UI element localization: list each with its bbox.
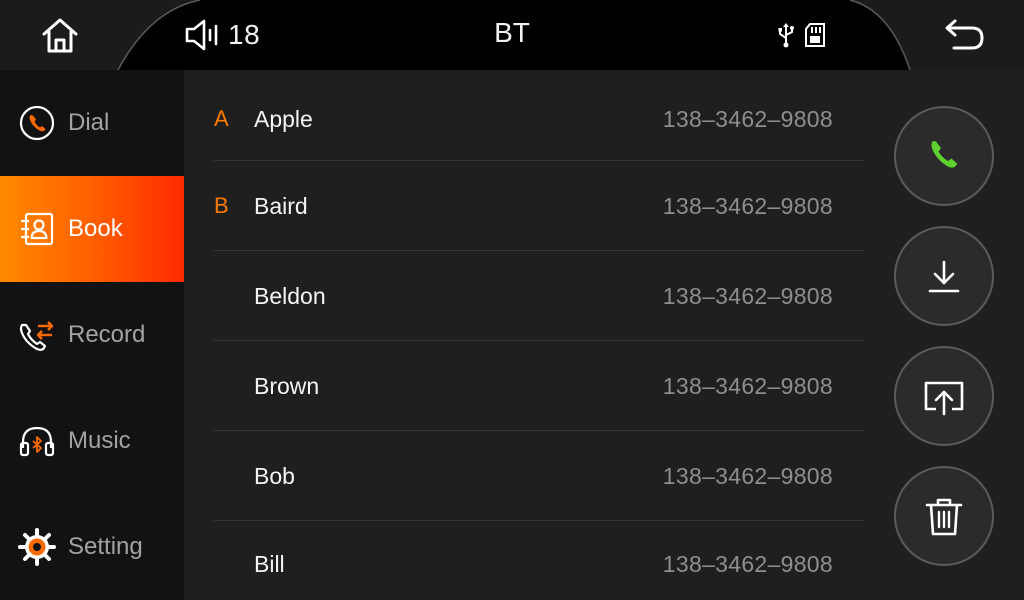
sidebar-item-music[interactable]: Music xyxy=(0,388,184,494)
sidebar-item-label: Record xyxy=(68,321,146,348)
index-letter: A xyxy=(214,106,229,131)
sidebar-item-book[interactable]: Book xyxy=(0,176,184,282)
contact-phone: 138–3462–9808 xyxy=(662,106,833,132)
contact-name: Beldon xyxy=(254,283,326,309)
download-icon xyxy=(928,260,960,293)
call-button[interactable] xyxy=(894,106,994,206)
call-record-icon xyxy=(19,321,54,351)
contact-row[interactable]: Bob 138–3462–9808 xyxy=(214,431,864,521)
sidebar-item-setting[interactable]: Setting xyxy=(0,494,184,600)
top-bar: 18 BT xyxy=(0,0,1024,70)
trash-icon xyxy=(925,498,963,536)
contact-list: A Apple 138–3462–9808 B Baird 138–3462–9… xyxy=(184,70,884,600)
contact-phone: 138–3462–9808 xyxy=(662,373,833,399)
contact-row[interactable]: A Apple 138–3462–9808 xyxy=(214,74,864,164)
contact-row[interactable]: Bill 138–3462–9808 xyxy=(214,519,864,600)
contact-row[interactable]: Brown 138–3462–9808 xyxy=(214,341,864,431)
sidebar: Dial Book Record Music Setting xyxy=(0,70,184,600)
call-icon xyxy=(931,141,958,168)
contacts-book-icon xyxy=(21,212,54,246)
contact-name: Brown xyxy=(254,373,320,399)
sidebar-item-label: Setting xyxy=(68,533,143,560)
contact-name: Baird xyxy=(254,193,308,219)
download-button[interactable] xyxy=(894,226,994,326)
sidebar-item-label: Book xyxy=(68,215,123,242)
bluetooth-headphones-icon xyxy=(19,426,55,457)
back-arrow-icon xyxy=(945,19,984,50)
contact-row[interactable]: B Baird 138–3462–9808 xyxy=(214,161,864,251)
upload-screen-icon xyxy=(924,381,964,416)
contact-name: Apple xyxy=(254,106,313,132)
sidebar-item-label: Dial xyxy=(68,109,110,136)
back-button[interactable] xyxy=(942,18,986,52)
speaker-icon xyxy=(185,19,218,51)
index-letter: B xyxy=(214,193,229,218)
contact-name: Bob xyxy=(254,463,295,489)
home-button[interactable] xyxy=(40,16,80,54)
contact-phone: 138–3462–9808 xyxy=(662,551,833,577)
volume-value: 18 xyxy=(228,19,261,50)
sidebar-item-dial[interactable]: Dial xyxy=(0,70,184,176)
contact-name: Bill xyxy=(254,551,285,577)
usb-icon xyxy=(778,23,794,48)
home-icon xyxy=(42,18,78,53)
contact-phone: 138–3462–9808 xyxy=(662,193,833,219)
contact-phone: 138–3462–9808 xyxy=(662,463,833,489)
sd-card-icon xyxy=(805,23,825,47)
phone-circle-icon xyxy=(19,105,55,141)
gear-icon xyxy=(18,528,56,566)
contact-row[interactable]: Beldon 138–3462–9808 xyxy=(214,251,864,341)
volume-indicator[interactable]: 18 xyxy=(184,17,260,53)
upload-button[interactable] xyxy=(894,346,994,446)
contact-phone: 138–3462–9808 xyxy=(662,283,833,309)
page-title: BT xyxy=(494,17,530,48)
delete-button[interactable] xyxy=(894,466,994,566)
sidebar-item-label: Music xyxy=(68,427,131,454)
sidebar-item-record[interactable]: Record xyxy=(0,282,184,388)
